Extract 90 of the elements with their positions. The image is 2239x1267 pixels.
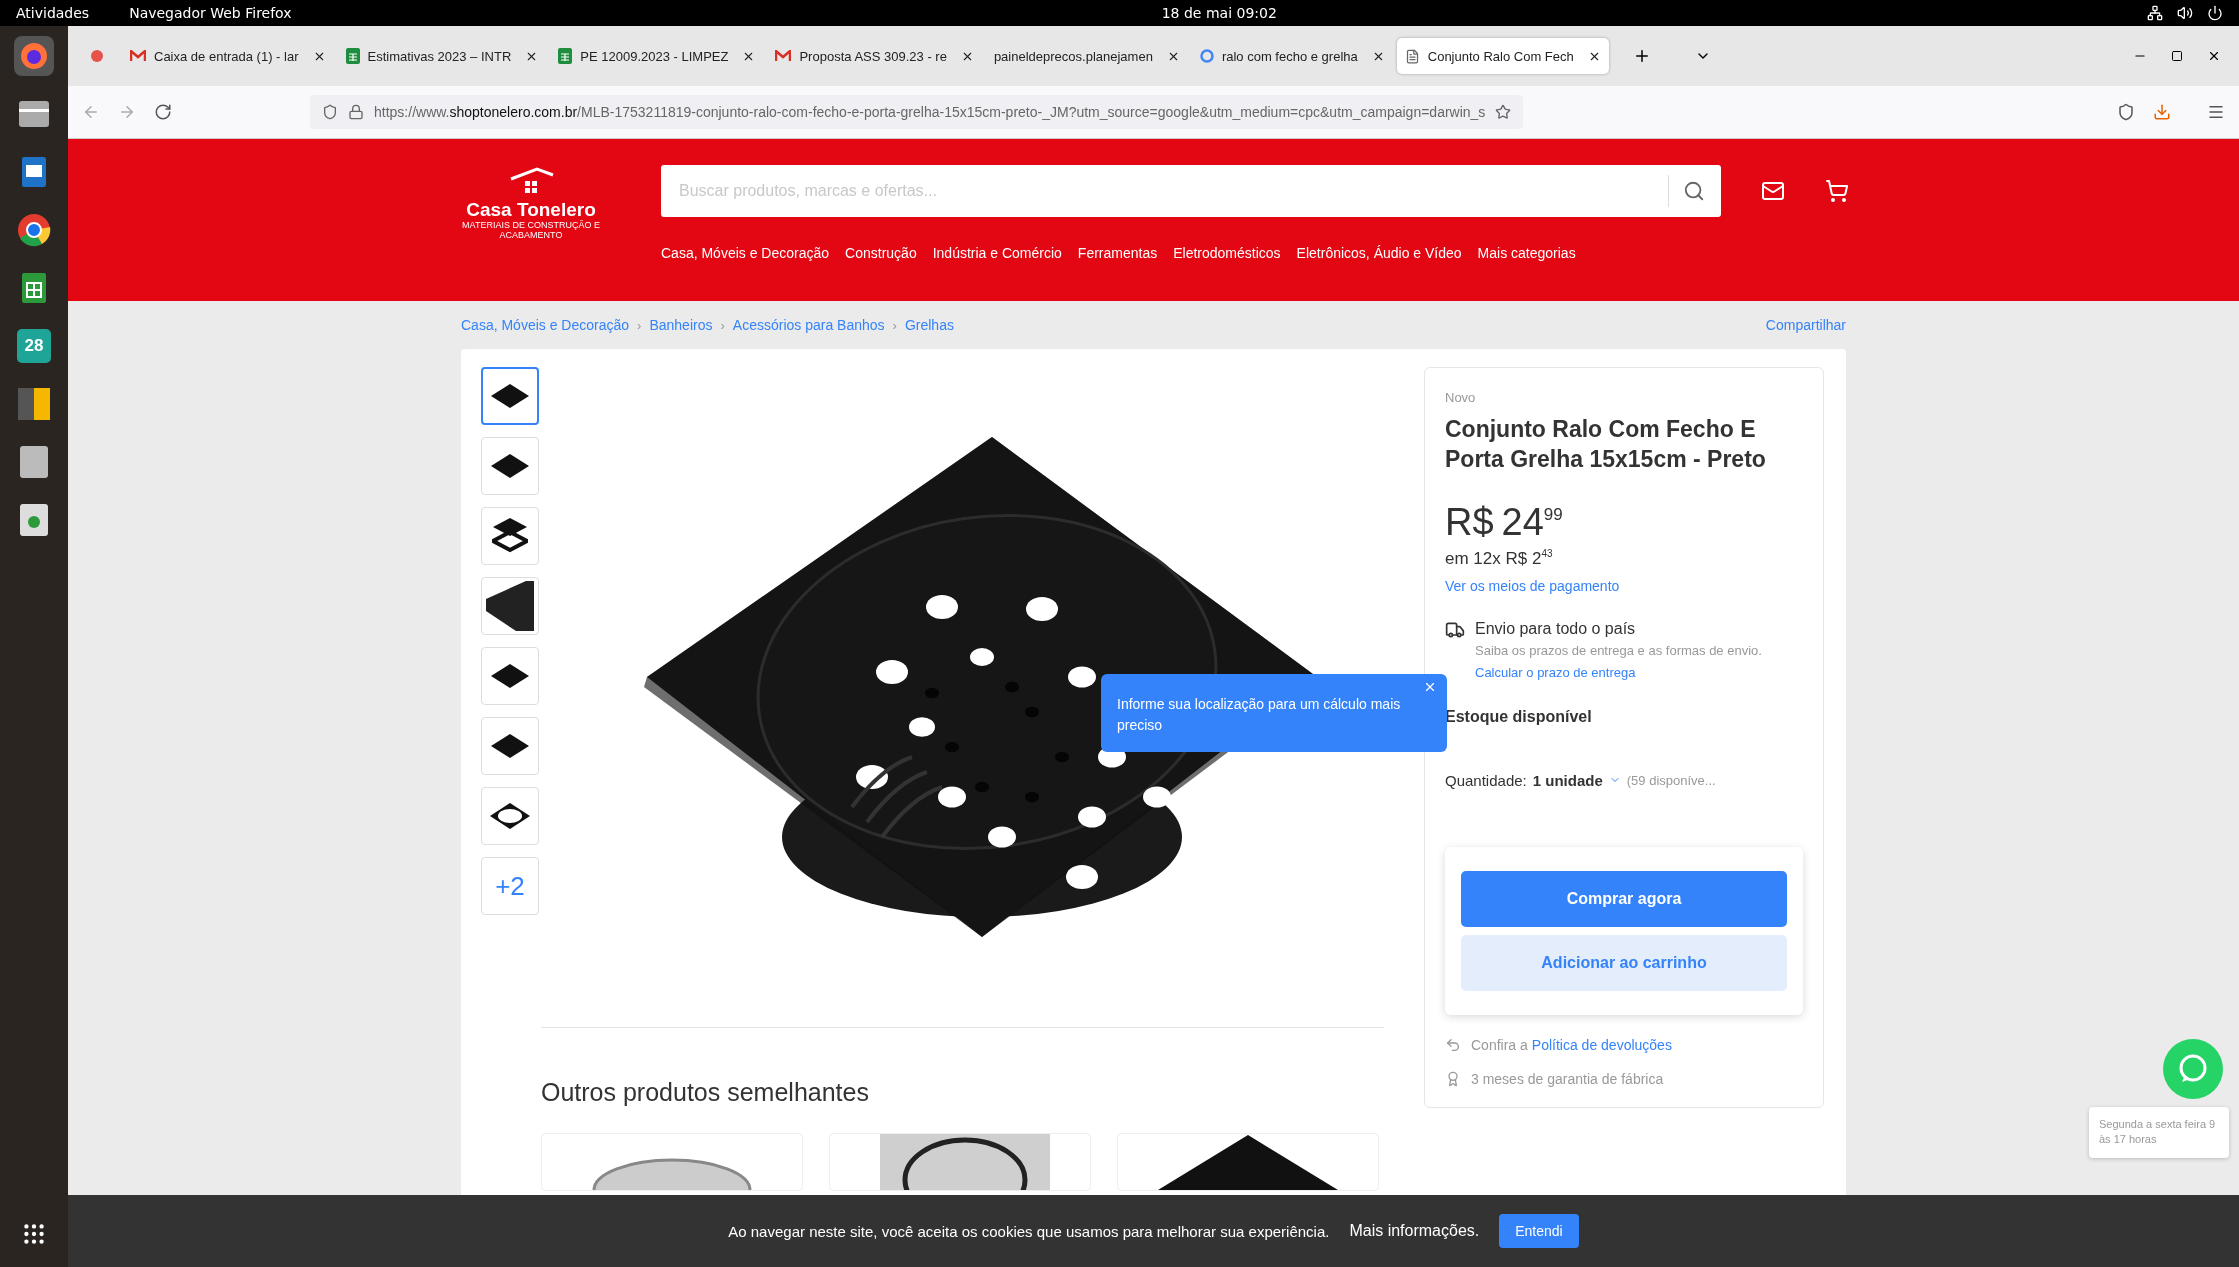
- shield-icon: [322, 104, 338, 120]
- drain-grate-thumbnail: [490, 453, 530, 479]
- address-field[interactable]: https://www.shoptonelero.com.br/MLB-1753211819-conjunto-ralo-com-fecho-e-porta-grelha-15x15cm-preto-_JM?utm_source=google&utm_medium=cpc&utm_campaign=darwin_s: [310, 95, 1524, 129]
- returns-text: Confira a: [1471, 1036, 1528, 1053]
- more-images-button[interactable]: +2: [481, 857, 539, 915]
- drain-closeup-thumbnail: [486, 581, 534, 631]
- quantity-selector[interactable]: 1 unidade: [1532, 771, 1603, 789]
- app-name[interactable]: Navegador Web Firefox: [129, 5, 292, 21]
- section-heading: Outros produtos semelhantes: [541, 1078, 870, 1107]
- globe-icon: [1199, 49, 1214, 63]
- mail-icon[interactable]: [1761, 179, 1785, 203]
- reload-icon[interactable]: [154, 103, 172, 121]
- price-cents: 99: [1543, 504, 1563, 524]
- breadcrumb-separator: ›: [720, 317, 725, 333]
- installments-text: em 12x R$ 2$^{43}$: [1445, 547, 1554, 569]
- breadcrumb-separator: ›: [637, 317, 642, 333]
- mail-icon: [775, 50, 792, 62]
- add-to-cart-button[interactable]: Adicionar ao carrinho: [1461, 934, 1787, 991]
- shipping-text: Saiba os prazos de entrega e as formas de envio.: [1475, 642, 1762, 661]
- drain-grate-thumbnail: [490, 383, 530, 409]
- breadcrumb-separator: ›: [892, 317, 897, 333]
- calendar-icon[interactable]: 28: [14, 326, 54, 366]
- lock-icon: [348, 104, 364, 120]
- browser-tab[interactable]: paineldeprecos.planejamen: [985, 38, 1188, 74]
- store-logo-name[interactable]: Casa Tonelero: [466, 199, 596, 221]
- tooltip-text: Informe sua localização para um cálculo mais preciso: [1117, 696, 1401, 733]
- spreadsheet-icon: [558, 48, 573, 64]
- apps-grid-icon[interactable]: [21, 1221, 47, 1247]
- category-link[interactable]: Mais categorias: [1477, 245, 1576, 261]
- condition-label: Novo: [1445, 390, 1477, 405]
- cart-icon[interactable]: [1825, 179, 1849, 203]
- breadcrumb-link[interactable]: Grelhas: [904, 317, 954, 333]
- quantity-label: Quantidade:: [1445, 771, 1527, 789]
- browser-tab[interactable]: Caixa de entrada (1) - lar: [122, 38, 334, 74]
- drain-grate-thumbnail: [490, 663, 530, 689]
- share-link[interactable]: Compartilhar: [1765, 317, 1846, 333]
- quantity-available: (59 disponíve...: [1626, 772, 1716, 788]
- shipping-title: Envio para todo o país: [1475, 620, 1637, 639]
- category-link[interactable]: Casa, Móveis e Decoração: [661, 245, 830, 261]
- mail-icon: [130, 50, 146, 62]
- document-icon: [1404, 48, 1420, 64]
- return-arrow-icon: [1445, 1036, 1461, 1053]
- returns-policy-link[interactable]: Política de devoluções: [1531, 1036, 1672, 1053]
- product-title: Conjunto Ralo Com Fecho E Porta Grelha 15x15cm - Preto: [1445, 415, 1767, 474]
- chat-hours-note: Segunda a sexta feira 9 às 17 horas: [2089, 1107, 2229, 1158]
- category-link[interactable]: Construção: [845, 245, 917, 261]
- award-icon: [1445, 1070, 1461, 1087]
- spreadsheet-icon: [345, 48, 360, 64]
- delivery-time-link[interactable]: Calcular o prazo de entrega: [1475, 664, 1762, 680]
- volume-icon[interactable]: [2177, 5, 2193, 21]
- breadcrumb-link[interactable]: Casa, Móveis e Decoração: [461, 317, 630, 333]
- browser-tab[interactable]: Conjunto Ralo Com Fech: [1396, 38, 1609, 74]
- payment-methods-link[interactable]: Ver os meios de pagamento: [1445, 578, 1803, 595]
- category-link[interactable]: Eletrônicos, Áudio e Vídeo: [1296, 245, 1462, 261]
- browser-tab[interactable]: Proposta ASS 309.23 - re: [767, 38, 982, 74]
- drain-ring-thumbnail: [489, 802, 531, 830]
- browser-icon[interactable]: [14, 36, 54, 76]
- download-icon[interactable]: [2153, 103, 2171, 121]
- buy-now-button[interactable]: Comprar agora: [1461, 870, 1787, 927]
- breadcrumb-link[interactable]: Acessórios para Banhos: [732, 317, 885, 333]
- drain-grate-thumbnail: [490, 733, 530, 759]
- search-icon[interactable]: [1683, 180, 1705, 202]
- menu-icon[interactable]: [2207, 103, 2225, 121]
- browser-tab[interactable]: PE 12009.2023 - LIMPEZ: [550, 38, 764, 74]
- network-icon[interactable]: [2147, 5, 2163, 21]
- price-currency: R$: [1445, 500, 1494, 544]
- store-logo-tagline: MATERIAIS DE CONSTRUÇÃO E ACABAMENTO: [461, 221, 601, 241]
- image-thumbnail[interactable]: [481, 367, 539, 425]
- drain-parts-thumbnail: [492, 517, 528, 555]
- breadcrumb-link[interactable]: Banheiros: [649, 317, 713, 333]
- accept-cookies-button[interactable]: Entendi: [1499, 1214, 1579, 1248]
- bookmark-star-icon[interactable]: [1495, 104, 1512, 120]
- activities-label[interactable]: Atividades: [16, 5, 90, 21]
- stock-status: Estoque disponível: [1445, 707, 1593, 726]
- price-value: 24: [1501, 500, 1544, 544]
- more-info-link[interactable]: Mais informações.: [1349, 1222, 1480, 1240]
- product-tile[interactable]: [541, 1133, 803, 1191]
- category-link[interactable]: Indústria e Comércio: [932, 245, 1062, 261]
- product-tile[interactable]: [829, 1133, 1091, 1191]
- clock[interactable]: 18 de mai 09:02: [1161, 5, 1277, 21]
- maximize-icon[interactable]: [2171, 50, 2183, 62]
- warranty-text: 3 meses de garantia de fábrica: [1471, 1070, 1664, 1087]
- power-icon[interactable]: [2207, 5, 2223, 21]
- browser-tab[interactable]: Estimativas 2023 – INTR: [337, 38, 547, 74]
- browser-tab[interactable]: ralo com fecho e grelha: [1191, 38, 1393, 74]
- product-tile[interactable]: [1117, 1133, 1379, 1191]
- category-link[interactable]: Eletrodomésticos: [1173, 245, 1281, 261]
- close-icon[interactable]: [2207, 49, 2221, 63]
- cookie-text: Ao navegar neste site, você aceita os cookies que usamos para melhorar sua experiência.: [728, 1222, 1330, 1240]
- category-link[interactable]: Ferramentas: [1077, 245, 1158, 261]
